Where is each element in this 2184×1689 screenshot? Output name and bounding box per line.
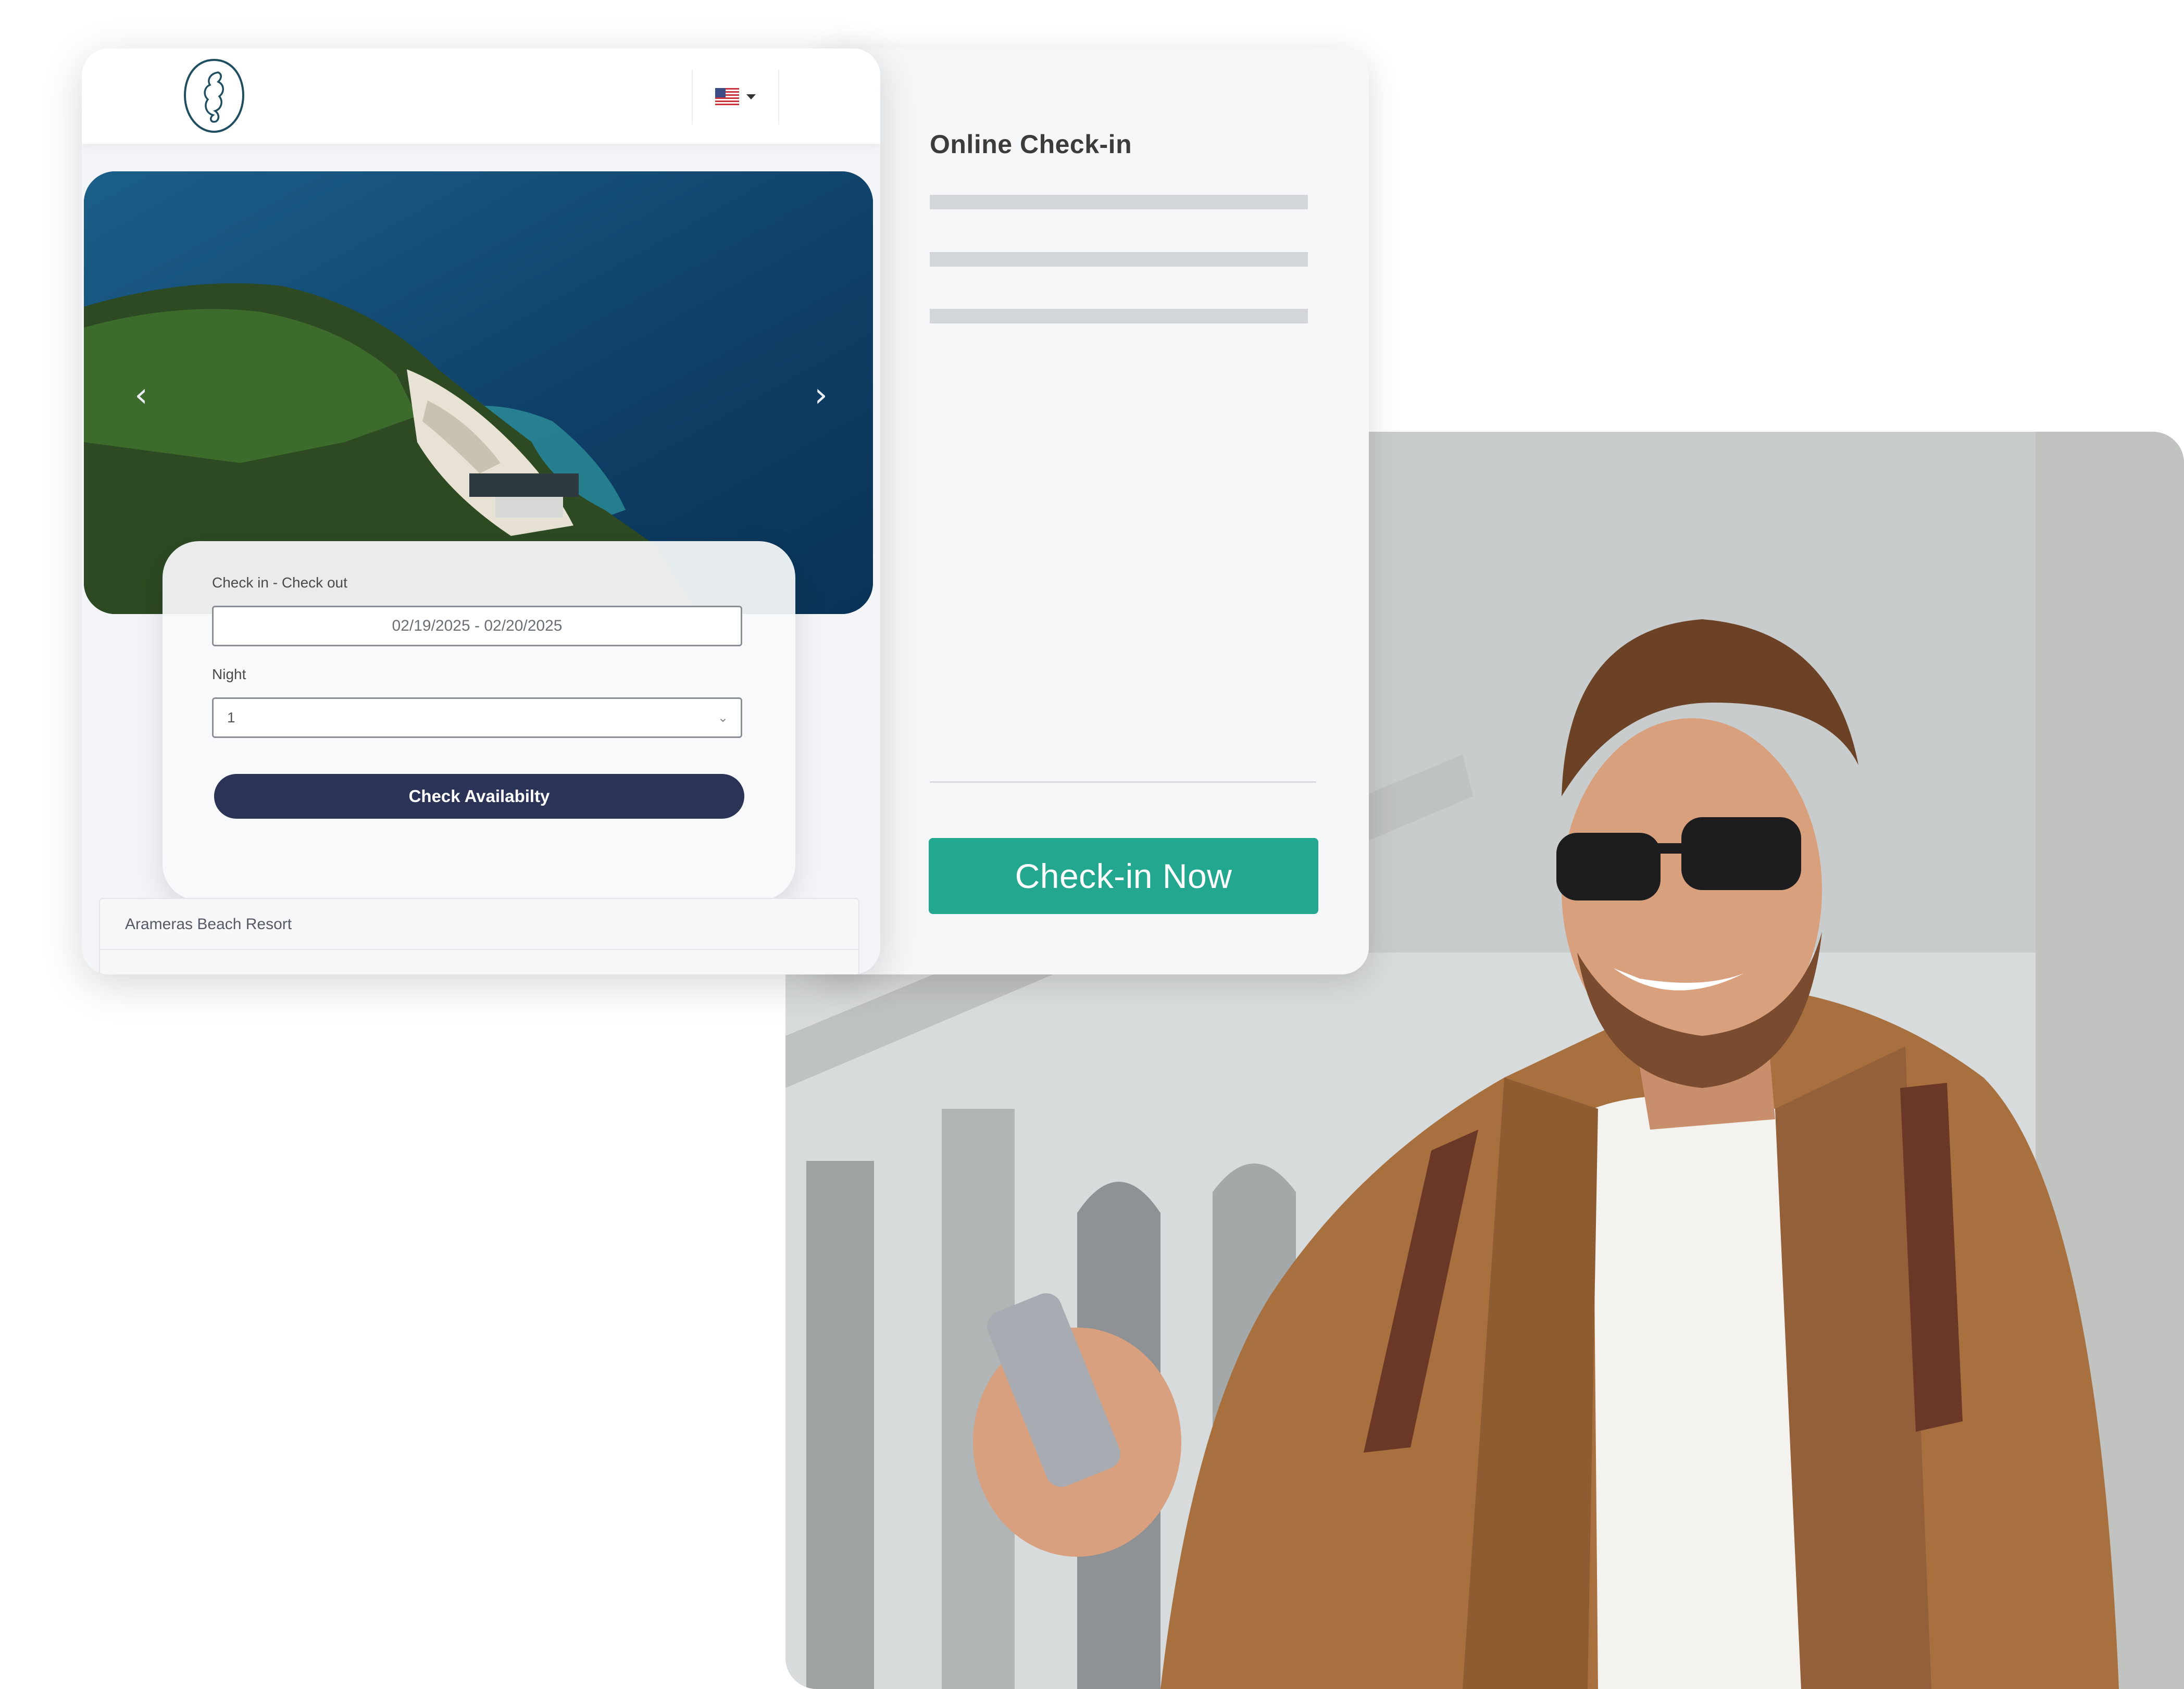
checkin-title: Online Check-in: [930, 130, 1132, 159]
carousel-next-icon[interactable]: ›: [810, 379, 831, 412]
check-availability-button[interactable]: Check Availabilty: [214, 774, 744, 819]
online-checkin-card: [813, 48, 1369, 974]
language-selector[interactable]: [692, 69, 779, 124]
resort-name: Arameras Beach Resort: [125, 916, 292, 933]
night-label: Night: [212, 666, 246, 682]
chevron-down-icon: ⌄: [717, 710, 728, 725]
placeholder-line-3: [930, 309, 1308, 323]
resort-list-item[interactable]: Arameras Beach Resort: [99, 898, 859, 974]
checkin-checkout-label: Check in - Check out: [212, 574, 347, 591]
checkin-now-button[interactable]: Check-in Now: [929, 838, 1318, 914]
seahorse-logo-icon: [183, 58, 245, 133]
carousel-prev-icon[interactable]: ‹: [131, 379, 152, 412]
booking-widget-card: ‹ › Check in - Check out Night 1 ⌄ Check…: [82, 48, 880, 974]
date-range-input[interactable]: [212, 606, 742, 646]
booking-header: [82, 48, 880, 144]
chevron-down-icon: [746, 94, 756, 99]
night-select-value: 1: [227, 709, 235, 725]
placeholder-line-1: [930, 195, 1308, 209]
night-select[interactable]: 1 ⌄: [212, 697, 742, 738]
us-flag-icon: [715, 88, 739, 106]
resort-divider: [100, 949, 858, 950]
checkin-divider: [930, 781, 1316, 783]
placeholder-line-2: [930, 252, 1308, 267]
